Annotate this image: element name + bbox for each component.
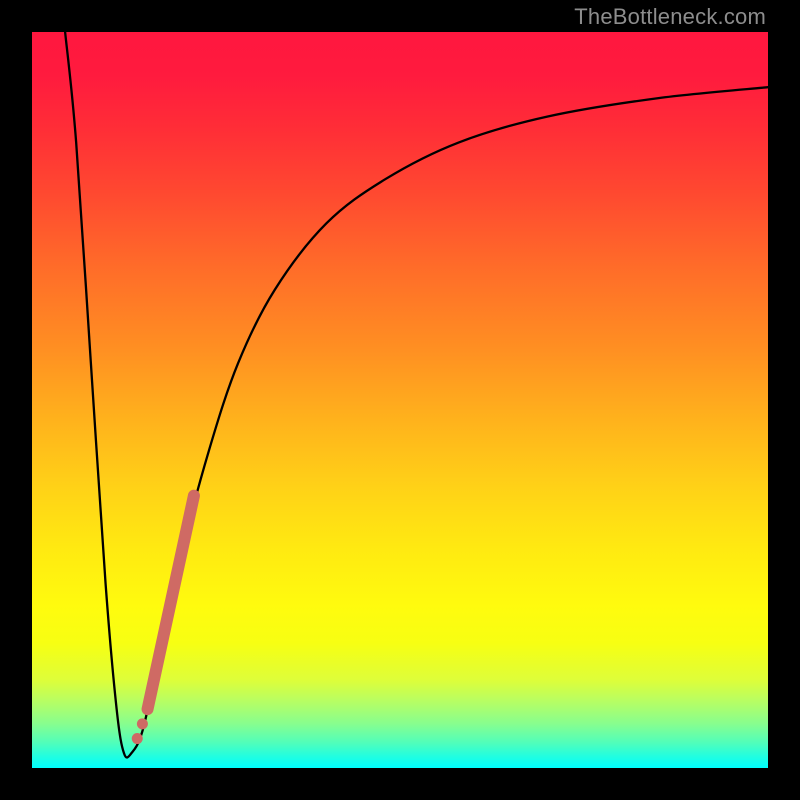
plot-area [32, 32, 768, 768]
highlight-dot [137, 718, 148, 729]
highlight-segment [148, 496, 194, 709]
chart-svg [32, 32, 768, 768]
highlight-dot [132, 733, 143, 744]
bottleneck-curve [65, 32, 768, 758]
chart-frame: TheBottleneck.com [0, 0, 800, 800]
watermark-text: TheBottleneck.com [574, 4, 766, 30]
